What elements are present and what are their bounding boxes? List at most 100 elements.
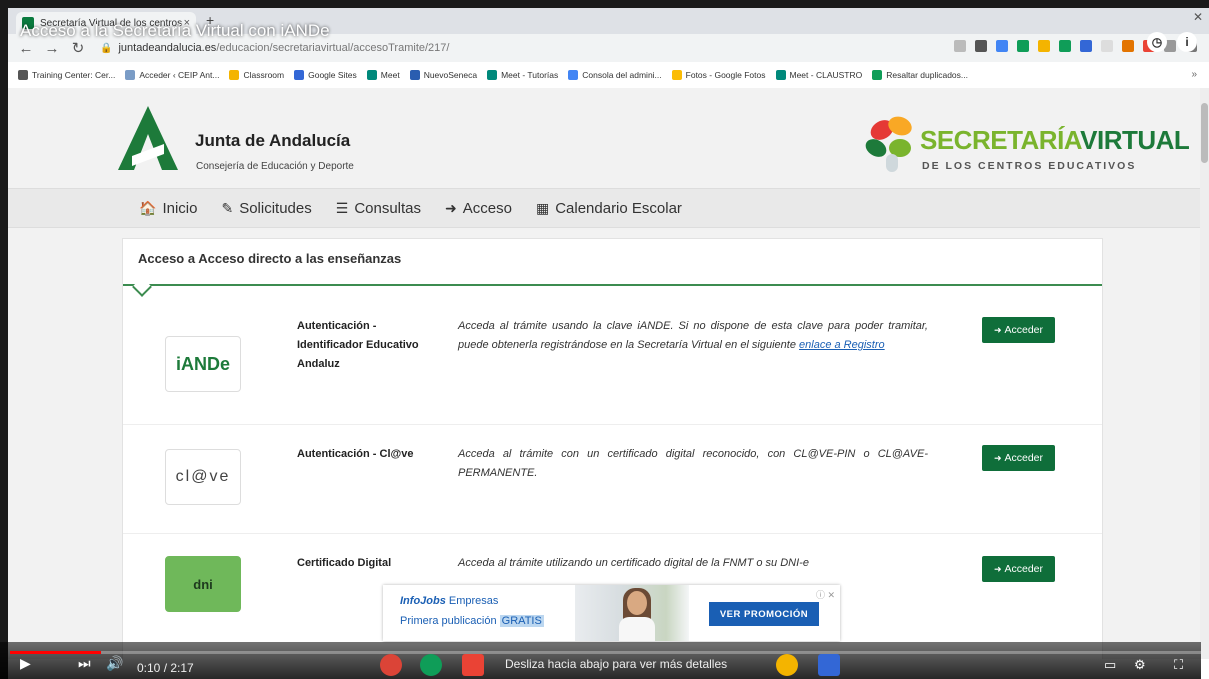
pencil-icon: ✎ (221, 199, 234, 216)
next-icon[interactable]: ⏭ (78, 655, 91, 672)
list-icon: ☰ (335, 199, 349, 216)
ad-cta-button[interactable]: VER PROMOCIÓN (709, 602, 819, 626)
ad-headline: Primera publicación GRATIS (400, 615, 544, 627)
sign-in-icon: ➜ (993, 324, 1002, 335)
bookmark-item[interactable]: Meet - Tutorías (487, 70, 558, 80)
brand-subtitle: Consejería de Educación y Deporte (196, 161, 354, 172)
bookmark-favicon-icon (229, 70, 240, 80)
method-description: Acceda al trámite con un certificado dig… (458, 448, 928, 479)
bookmark-item[interactable]: Meet (366, 70, 400, 80)
extension-icon[interactable] (975, 40, 987, 52)
nav-item-consultas[interactable]: ☰ Consultas (336, 200, 421, 217)
settings-icon[interactable]: ⚙ (1134, 657, 1146, 673)
sv-title-part2: VIRTUAL (1080, 125, 1190, 155)
acceder-button[interactable]: ➜ Acceder (982, 556, 1055, 582)
info-icon[interactable]: i (1177, 32, 1197, 52)
bookmark-label: Meet (380, 70, 400, 80)
bookmarks-overflow-icon[interactable]: » (1191, 69, 1197, 80)
video-title[interactable]: Acceso a la Secretaría Virtual con iANDe (20, 21, 330, 41)
junta-andalucia-logo (118, 106, 178, 170)
bookmark-label: Google Sites (308, 70, 357, 80)
volume-icon[interactable]: 🔊 (106, 655, 123, 672)
swipe-hint: Desliza hacia abajo para ver más detalle… (505, 657, 728, 671)
sv-title-part1: SECRETARÍA (920, 125, 1081, 155)
acceder-button[interactable]: ➜ Acceder (982, 445, 1055, 471)
progress-fill (10, 651, 101, 654)
video-frame: Secretaría Virtual de los centros × + ✕ … (8, 8, 1209, 679)
iande-logo-text: iANDe (175, 353, 230, 374)
registro-link[interactable]: enlace a Registro (799, 339, 885, 351)
web-page: Junta de Andalucía Consejería de Educaci… (8, 88, 1209, 659)
sign-in-icon: ➜ (993, 563, 1002, 574)
bookmark-favicon-icon (409, 70, 420, 80)
bookmark-label: Meet - Tutorías (501, 70, 559, 80)
bookmark-item[interactable]: Fotos - Google Fotos (671, 70, 766, 80)
bookmark-item[interactable]: Meet - CLAUSTRO (775, 70, 863, 80)
sign-in-icon: ➜ (445, 199, 457, 216)
ad-close-icon[interactable]: ⓘ ✕ (816, 588, 835, 601)
extension-icon[interactable] (1080, 40, 1092, 52)
calendar-icon: ▦ (535, 199, 550, 216)
fullscreen-exit-icon[interactable]: ⛶ (1174, 657, 1183, 673)
nav-item-acceso[interactable]: ➜ Acceso (445, 200, 512, 217)
dni-logo-text: dni (193, 576, 213, 592)
ad-person-shirt (619, 617, 655, 641)
extension-icon[interactable] (1059, 40, 1071, 52)
bookmark-favicon-icon (487, 70, 498, 80)
back-icon[interactable]: ← (18, 40, 34, 57)
acceder-button[interactable]: ➜ Acceder (982, 317, 1055, 343)
nav-item-label: Consultas (354, 199, 422, 217)
ad-brand-suffix: Empresas (448, 595, 499, 607)
card-divider (123, 284, 1102, 286)
bookmark-item[interactable]: NuevoSeneca (409, 70, 478, 80)
extension-icon[interactable] (1038, 40, 1050, 52)
bookmark-item[interactable]: Google Sites (294, 70, 357, 80)
bookmark-favicon-icon (775, 70, 786, 80)
bookmark-item[interactable]: Training Center: Cer... (18, 70, 115, 80)
bookmark-label: Resaltar duplicados... (886, 70, 968, 80)
extension-icon[interactable] (954, 40, 966, 52)
nav-item-inicio[interactable]: 🏠 Inicio (139, 200, 197, 217)
extension-icon[interactable] (1122, 40, 1134, 52)
ad-brand-name: InfoJobs (400, 595, 446, 607)
bookmark-item[interactable]: Resaltar duplicados... (872, 70, 968, 80)
video-top-controls: ◷ i (1147, 32, 1197, 52)
progress-bar[interactable] (10, 651, 1201, 654)
reload-icon[interactable]: ↻ (70, 39, 86, 57)
window-close-icon[interactable]: ✕ (1193, 10, 1203, 24)
bookmark-label: NuevoSeneca (423, 70, 478, 80)
nav-item-calendario-escolar[interactable]: ▦ Calendario Escolar (536, 200, 682, 217)
subtitles-icon[interactable]: ▭ (1104, 657, 1116, 673)
page-scrollbar[interactable] (1200, 88, 1209, 659)
bookmark-item[interactable]: Classroom (229, 70, 284, 80)
access-row-clave: cl@ve Autenticación - Cl@ve Acceda al tr… (123, 425, 1102, 534)
address-bar[interactable]: juntadeandalucia.es/educacion/secretaria… (118, 42, 449, 54)
bookmark-favicon-icon (125, 70, 136, 80)
bookmark-label: Meet - CLAUSTRO (789, 70, 863, 80)
extension-icon[interactable] (996, 40, 1008, 52)
keep-icon (776, 654, 798, 676)
home-icon: 🏠 (139, 199, 157, 216)
watch-later-icon[interactable]: ◷ (1147, 32, 1167, 52)
bookmark-favicon-icon (366, 70, 377, 80)
sv-subtitle: DE LOS CENTROS EDUCATIVOS (922, 160, 1137, 172)
play-icon[interactable]: ▶ (20, 655, 31, 672)
bookmark-label: Consola del admini... (582, 70, 662, 80)
scroll-thumb[interactable] (1201, 103, 1208, 163)
bookmark-item[interactable]: Acceder ‹ CEIP Ant... (125, 70, 219, 80)
extension-icon[interactable] (1101, 40, 1113, 52)
ad-overlay[interactable]: InfoJobs Empresas Primera publicación GR… (383, 585, 840, 641)
site-header: Junta de Andalucía Consejería de Educaci… (8, 88, 1200, 188)
extension-icon[interactable] (1017, 40, 1029, 52)
nav-item-solicitudes[interactable]: ✎ Solicitudes (221, 200, 311, 217)
forward-icon[interactable]: → (44, 40, 60, 57)
bookmark-item[interactable]: Consola del admini... (568, 70, 662, 80)
method-name: Autenticación - Cl@ve (297, 448, 414, 460)
iande-logo: iANDe (165, 336, 241, 392)
bookmark-label: Fotos - Google Fotos (685, 70, 766, 80)
chrome-icon (380, 654, 402, 676)
play-store-icon (420, 654, 442, 676)
url-path: /educacion/secretariavirtual/accesoTrami… (216, 42, 450, 54)
bookmarks-bar: Training Center: Cer... Acceder ‹ CEIP An… (8, 62, 1209, 89)
bookmark-label: Classroom (243, 70, 285, 80)
